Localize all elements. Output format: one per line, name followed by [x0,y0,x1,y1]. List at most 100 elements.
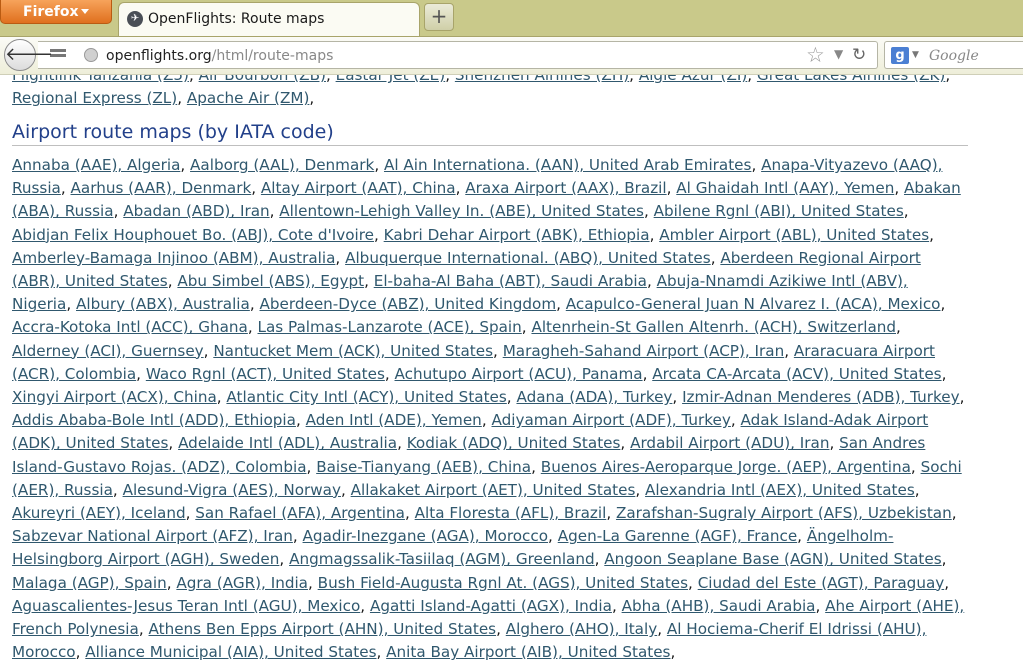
airport-route-map-link[interactable]: Kodiak (ADQ), United States [407,434,621,452]
airport-route-map-link[interactable]: Albury (ABX), Australia [76,295,250,313]
link-separator: , [374,225,384,244]
link-separator: , [374,156,384,174]
airport-route-map-link[interactable]: Maragheh-Sahand Airport (ACP), Iran [503,342,785,360]
airport-route-map-link[interactable]: Adelaide Intl (ADL), Australia [178,434,397,452]
airport-route-map-link[interactable]: Alliance Municipal (AIA), United States [85,643,376,661]
airport-route-map-link[interactable]: Annaba (AAE), Algeria [12,156,180,174]
link-separator: , [672,388,683,407]
search-placeholder[interactable]: Google [929,48,979,64]
airport-route-map-link[interactable]: El-baha-Al Baha (ABT), Saudi Arabia [374,272,647,290]
airport-route-map-link[interactable]: Baise-Tianyang (AEB), China [316,458,531,476]
link-separator: , [688,573,698,592]
airport-route-map-link[interactable]: Amberley-Bamaga Injinoo (ABM), Australia [12,249,335,267]
dropdown-icon[interactable]: ▼ [834,47,843,61]
airport-route-map-link[interactable]: Aguascalientes-Jesus Teran Intl (AGU), M… [12,597,360,615]
airport-route-map-link[interactable]: Athens Ben Epps Airport (AHN), United St… [149,620,497,638]
airport-route-map-link[interactable]: Izmir-Adnan Menderes (ADB), Turkey [682,388,960,406]
airport-route-map-link[interactable]: Arcata CA-Arcata (ACV), United States [652,365,941,383]
link-separator: , [138,620,149,639]
airport-route-map-link[interactable]: Altay Airport (AAT), China [261,179,456,197]
airport-route-map-link[interactable]: Agatti Island-Agatti (AGX), India [370,597,612,615]
airport-route-map-link[interactable]: Atlantic City Intl (ACY), United States [226,388,506,406]
link-separator: , [279,550,290,569]
airport-route-map-link[interactable]: Alderney (ACI), Guernsey [12,342,204,360]
airport-route-map-link[interactable]: Ambler Airport (ABL), United States [659,226,929,244]
airport-route-map-link[interactable]: Anita Bay Airport (AIB), United States [386,643,670,661]
search-engine-dropdown-icon[interactable]: ▼ [912,50,919,60]
airport-route-map-link[interactable]: Agadir-Inezgane (AGA), Morocco [303,527,549,545]
airport-route-map-link[interactable]: Angmagssalik-Tasiilaq (AGM), Greenland [289,550,595,568]
airport-route-map-link[interactable]: Aalborg (AAL), Denmark [190,156,374,174]
firefox-menu-button[interactable]: Firefox [0,0,112,24]
browser-tab[interactable]: ✈ OpenFlights: Route maps [118,2,420,36]
airport-route-map-link[interactable]: Allakaket Airport (AET), United States [351,481,636,499]
airport-route-map-link[interactable]: Albuquerque International. (ABQ), United… [345,249,711,267]
airport-route-map-link[interactable]: Akureyri (AEY), Iceland [12,504,186,522]
airline-route-map-link[interactable]: Shenzhen Airlines (ZH) [455,75,629,84]
airport-route-map-link[interactable]: Addis Ababa-Bole Intl (ADD), Ethiopia [12,411,296,429]
airport-route-map-link[interactable]: Acapulco-General Juan N Alvarez I. (ACA)… [566,295,941,313]
airport-route-map-link[interactable]: Ardabil Airport (ADU), Iran [630,434,829,452]
airport-route-map-link[interactable]: Araxa Airport (AAX), Brazil [465,179,666,197]
link-separator: , [335,248,346,267]
search-bar[interactable]: g ▼ Google [884,41,1023,69]
airline-route-map-link[interactable]: Flightlink Tanzania (Z5) [12,75,189,84]
airport-route-map-link[interactable]: Abilene Rgnl (ABI), United States [654,202,904,220]
airport-route-map-link[interactable]: Kabri Dehar Airport (ABK), Ethiopia [384,226,650,244]
site-identity-icon[interactable] [84,48,98,62]
airline-route-map-link[interactable]: Apache Air (ZM) [187,89,310,107]
link-separator: , [325,75,336,84]
airport-route-map-link[interactable]: Alesund-Vigra (AES), Norway [123,481,341,499]
airport-route-map-link[interactable]: Altenrhein-St Gallen Altenrh. (ACH), Swi… [531,318,896,336]
link-separator: , [376,643,387,662]
airport-route-map-link[interactable]: Nantucket Mem (ACK), United States [213,342,493,360]
address-bar[interactable]: openflights.org/html/route-maps ☆ ▼ ↻ [38,41,878,69]
back-button[interactable]: 🡐 [4,39,53,71]
airline-route-map-link[interactable]: Air Bourbon (ZB) [199,75,326,84]
airport-route-map-link[interactable]: Agra (AGR), India [176,574,308,592]
airport-route-map-link[interactable]: Aberdeen-Dyce (ABZ), United Kingdom [260,295,557,313]
airport-route-map-link[interactable]: Angoon Seaplane Base (AGN), United State… [604,550,941,568]
airport-route-map-link[interactable]: Abha (AHB), Saudi Arabia [622,597,816,615]
airport-route-map-link[interactable]: Alta Floresta (AFL), Brazil [415,504,607,522]
airport-route-map-link[interactable]: San Rafael (AFA), Argentina [195,504,405,522]
airport-route-map-link[interactable]: Ciudad del Este (AGT), Paraguay [698,574,945,592]
airport-route-map-link[interactable]: Buenos Aires-Aeroparque Jorge. (AEP), Ar… [541,458,911,476]
airport-route-map-link[interactable]: Accra-Kotoka Intl (ACC), Ghana [12,318,248,336]
airport-route-map-link[interactable]: Abidjan Felix Houphouet Bo. (ABJ), Cote … [12,226,374,244]
link-separator: , [203,341,214,360]
airport-route-map-link[interactable]: Agen-La Garenne (AGF), France [558,527,797,545]
new-tab-button[interactable]: + [424,3,454,31]
airline-route-map-link[interactable]: Eastar Jet (ZE) [336,75,446,84]
airport-route-map-link[interactable]: Waco Rgnl (ACT), United States [146,365,385,383]
airport-route-map-link[interactable]: Bush Field-Augusta Rgnl At. (AGS), Unite… [318,574,688,592]
airline-route-map-link[interactable]: Great Lakes Airlines (ZK) [757,75,945,84]
airport-route-map-link[interactable]: Achutupo Airport (ACU), Panama [395,365,643,383]
airport-route-map-link[interactable]: Alexandria Intl (AEX), United States [645,481,915,499]
airport-links-list: Annaba (AAE), Algeria, Aalborg (AAL), De… [12,154,970,664]
bookmark-star-icon[interactable]: ☆ [806,44,825,66]
airport-route-map-link[interactable]: Al Ain Internationa. (AAN), United Arab … [384,156,751,174]
airport-route-map-link[interactable]: Aarhus (AAR), Denmark [71,179,252,197]
airport-route-map-link[interactable]: Las Palmas-Lanzarote (ACE), Spain [258,318,522,336]
google-icon[interactable]: g [891,47,909,64]
airport-route-map-link[interactable]: Sabzevar National Airport (AFZ), Iran [12,527,293,545]
airport-route-map-link[interactable]: Al Ghaidah Intl (AAY), Yemen [676,179,894,197]
reload-icon[interactable]: ↻ [852,45,866,65]
airport-route-map-link[interactable]: Adana (ADA), Turkey [516,388,672,406]
airport-route-map-link[interactable]: Alghero (AHO), Italy [506,620,657,638]
airport-route-map-link[interactable]: Abadan (ABD), Iran [123,202,269,220]
airport-route-map-link[interactable]: Malaga (AGP), Spain [12,574,167,592]
firefox-menu-label: Firefox [23,4,79,20]
airline-route-map-link[interactable]: Aigle Azur (ZI) [639,75,747,84]
airport-route-map-link[interactable]: Xingyi Airport (ACX), China [12,388,217,406]
link-separator: , [292,527,303,546]
airport-route-map-link[interactable]: Adiyaman Airport (ADF), Turkey [491,411,730,429]
link-separator: , [556,295,566,314]
airline-route-map-link[interactable]: Regional Express (ZL) [12,89,177,107]
airport-route-map-link[interactable]: Aden Intl (ADE), Yemen [306,411,482,429]
airport-route-map-link[interactable]: Allentown-Lehigh Valley In. (ABE), Unite… [279,202,644,220]
airport-route-map-link[interactable]: Abu Simbel (ABS), Egypt [177,272,364,290]
url-text[interactable]: openflights.org/html/route-maps [106,48,333,64]
airport-route-map-link[interactable]: Zarafshan-Sugraly Airport (AFS), Uzbekis… [616,504,952,522]
